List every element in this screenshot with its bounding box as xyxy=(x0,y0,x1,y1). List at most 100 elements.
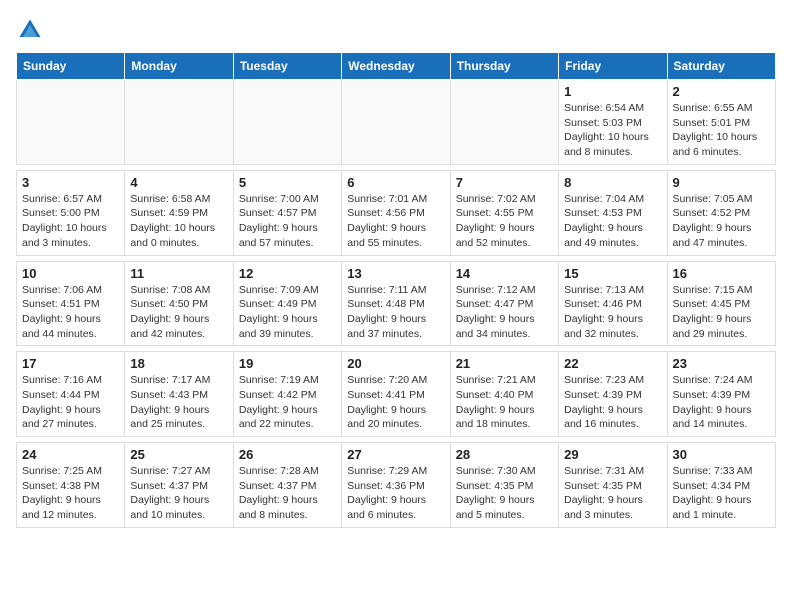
calendar-cell xyxy=(450,80,558,165)
day-number: 24 xyxy=(22,447,119,462)
calendar-cell: 21 Sunrise: 7:21 AM Sunset: 4:40 PM Dayli… xyxy=(450,352,558,437)
calendar-cell: 23 Sunrise: 7:24 AM Sunset: 4:39 PM Dayli… xyxy=(667,352,775,437)
calendar-cell: 15 Sunrise: 7:13 AM Sunset: 4:46 PM Dayli… xyxy=(559,261,667,346)
calendar-week-1: 1Sunrise: 6:54 AM Sunset: 5:03 PM Daylig… xyxy=(17,80,776,165)
column-header-sunday: Sunday xyxy=(17,53,125,80)
calendar-cell: 18 Sunrise: 7:17 AM Sunset: 4:43 PM Dayli… xyxy=(125,352,233,437)
day-number: 25 xyxy=(130,447,227,462)
calendar-cell: 27 Sunrise: 7:29 AM Sunset: 4:36 PM Dayli… xyxy=(342,443,450,528)
calendar-cell: 2 Sunrise: 6:55 AM Sunset: 5:01 PM Daylig… xyxy=(667,80,775,165)
calendar-cell: 14 Sunrise: 7:12 AM Sunset: 4:47 PM Dayli… xyxy=(450,261,558,346)
calendar-cell: 24 Sunrise: 7:25 AM Sunset: 4:38 PM Dayli… xyxy=(17,443,125,528)
day-number: 20 xyxy=(347,356,444,371)
day-info: Sunrise: 7:04 AM Sunset: 4:53 PM Dayligh… xyxy=(564,192,661,251)
page-header xyxy=(16,16,776,44)
calendar-cell: 17 Sunrise: 7:16 AM Sunset: 4:44 PM Dayli… xyxy=(17,352,125,437)
calendar-cell xyxy=(342,80,450,165)
calendar-week-2: 3 Sunrise: 6:57 AM Sunset: 5:00 PM Daylig… xyxy=(17,170,776,255)
day-info: Sunrise: 7:33 AM Sunset: 4:34 PM Dayligh… xyxy=(673,464,770,523)
day-number: 23 xyxy=(673,356,770,371)
calendar-cell xyxy=(125,80,233,165)
calendar-cell xyxy=(233,80,341,165)
day-info: Sunrise: 7:25 AM Sunset: 4:38 PM Dayligh… xyxy=(22,464,119,523)
day-number: 8 xyxy=(564,175,661,190)
day-number: 6 xyxy=(347,175,444,190)
day-info: Sunrise: 7:16 AM Sunset: 4:44 PM Dayligh… xyxy=(22,373,119,432)
calendar-cell: 3 Sunrise: 6:57 AM Sunset: 5:00 PM Daylig… xyxy=(17,170,125,255)
day-number: 29 xyxy=(564,447,661,462)
calendar-cell: 5 Sunrise: 7:00 AM Sunset: 4:57 PM Daylig… xyxy=(233,170,341,255)
day-info: Sunrise: 7:13 AM Sunset: 4:46 PM Dayligh… xyxy=(564,283,661,342)
day-info: Sunrise: 7:01 AM Sunset: 4:56 PM Dayligh… xyxy=(347,192,444,251)
day-info: Sunrise: 7:30 AM Sunset: 4:35 PM Dayligh… xyxy=(456,464,553,523)
day-info: Sunrise: 7:17 AM Sunset: 4:43 PM Dayligh… xyxy=(130,373,227,432)
day-info: Sunrise: 6:58 AM Sunset: 4:59 PM Dayligh… xyxy=(130,192,227,251)
day-info: Sunrise: 7:24 AM Sunset: 4:39 PM Dayligh… xyxy=(673,373,770,432)
day-info: Sunrise: 7:02 AM Sunset: 4:55 PM Dayligh… xyxy=(456,192,553,251)
day-number: 30 xyxy=(673,447,770,462)
day-info: Sunrise: 7:29 AM Sunset: 4:36 PM Dayligh… xyxy=(347,464,444,523)
day-number: 21 xyxy=(456,356,553,371)
day-info: Sunrise: 7:15 AM Sunset: 4:45 PM Dayligh… xyxy=(673,283,770,342)
calendar-cell: 30 Sunrise: 7:33 AM Sunset: 4:34 PM Dayli… xyxy=(667,443,775,528)
day-info: Sunrise: 7:11 AM Sunset: 4:48 PM Dayligh… xyxy=(347,283,444,342)
day-number: 11 xyxy=(130,266,227,281)
day-info: Sunrise: 7:05 AM Sunset: 4:52 PM Dayligh… xyxy=(673,192,770,251)
day-info: Sunrise: 7:23 AM Sunset: 4:39 PM Dayligh… xyxy=(564,373,661,432)
day-number: 15 xyxy=(564,266,661,281)
day-number: 19 xyxy=(239,356,336,371)
calendar-week-5: 24 Sunrise: 7:25 AM Sunset: 4:38 PM Dayli… xyxy=(17,443,776,528)
calendar-week-4: 17 Sunrise: 7:16 AM Sunset: 4:44 PM Dayli… xyxy=(17,352,776,437)
column-header-saturday: Saturday xyxy=(667,53,775,80)
day-info: Sunrise: 7:12 AM Sunset: 4:47 PM Dayligh… xyxy=(456,283,553,342)
column-header-tuesday: Tuesday xyxy=(233,53,341,80)
day-info: Sunrise: 7:19 AM Sunset: 4:42 PM Dayligh… xyxy=(239,373,336,432)
day-info: Sunrise: 7:31 AM Sunset: 4:35 PM Dayligh… xyxy=(564,464,661,523)
calendar-cell: 16 Sunrise: 7:15 AM Sunset: 4:45 PM Dayli… xyxy=(667,261,775,346)
calendar-cell: 7 Sunrise: 7:02 AM Sunset: 4:55 PM Daylig… xyxy=(450,170,558,255)
day-number: 4 xyxy=(130,175,227,190)
day-number: 7 xyxy=(456,175,553,190)
logo-icon xyxy=(16,16,44,44)
calendar-cell: 4 Sunrise: 6:58 AM Sunset: 4:59 PM Daylig… xyxy=(125,170,233,255)
day-number: 18 xyxy=(130,356,227,371)
day-info: Sunrise: 7:27 AM Sunset: 4:37 PM Dayligh… xyxy=(130,464,227,523)
column-header-friday: Friday xyxy=(559,53,667,80)
calendar: SundayMondayTuesdayWednesdayThursdayFrid… xyxy=(16,52,776,528)
calendar-cell: 1Sunrise: 6:54 AM Sunset: 5:03 PM Daylig… xyxy=(559,80,667,165)
calendar-cell: 20 Sunrise: 7:20 AM Sunset: 4:41 PM Dayli… xyxy=(342,352,450,437)
calendar-cell: 9 Sunrise: 7:05 AM Sunset: 4:52 PM Daylig… xyxy=(667,170,775,255)
day-number: 12 xyxy=(239,266,336,281)
calendar-cell: 12Sunrise: 7:09 AM Sunset: 4:49 PM Dayli… xyxy=(233,261,341,346)
calendar-week-3: 10Sunrise: 7:06 AM Sunset: 4:51 PM Dayli… xyxy=(17,261,776,346)
day-number: 2 xyxy=(673,84,770,99)
column-header-thursday: Thursday xyxy=(450,53,558,80)
day-number: 14 xyxy=(456,266,553,281)
day-info: Sunrise: 7:00 AM Sunset: 4:57 PM Dayligh… xyxy=(239,192,336,251)
column-header-monday: Monday xyxy=(125,53,233,80)
day-number: 3 xyxy=(22,175,119,190)
calendar-cell: 22Sunrise: 7:23 AM Sunset: 4:39 PM Dayli… xyxy=(559,352,667,437)
day-number: 13 xyxy=(347,266,444,281)
day-number: 28 xyxy=(456,447,553,462)
day-number: 26 xyxy=(239,447,336,462)
calendar-cell: 10Sunrise: 7:06 AM Sunset: 4:51 PM Dayli… xyxy=(17,261,125,346)
day-number: 9 xyxy=(673,175,770,190)
calendar-cell: 29 Sunrise: 7:31 AM Sunset: 4:35 PM Dayli… xyxy=(559,443,667,528)
day-info: Sunrise: 6:57 AM Sunset: 5:00 PM Dayligh… xyxy=(22,192,119,251)
calendar-cell: 26Sunrise: 7:28 AM Sunset: 4:37 PM Dayli… xyxy=(233,443,341,528)
calendar-cell: 8 Sunrise: 7:04 AM Sunset: 4:53 PM Daylig… xyxy=(559,170,667,255)
calendar-cell: 6 Sunrise: 7:01 AM Sunset: 4:56 PM Daylig… xyxy=(342,170,450,255)
day-info: Sunrise: 6:55 AM Sunset: 5:01 PM Dayligh… xyxy=(673,101,770,160)
day-info: Sunrise: 7:06 AM Sunset: 4:51 PM Dayligh… xyxy=(22,283,119,342)
day-info: Sunrise: 7:21 AM Sunset: 4:40 PM Dayligh… xyxy=(456,373,553,432)
calendar-cell: 25 Sunrise: 7:27 AM Sunset: 4:37 PM Dayli… xyxy=(125,443,233,528)
column-header-wednesday: Wednesday xyxy=(342,53,450,80)
calendar-cell: 28 Sunrise: 7:30 AM Sunset: 4:35 PM Dayli… xyxy=(450,443,558,528)
day-info: Sunrise: 7:20 AM Sunset: 4:41 PM Dayligh… xyxy=(347,373,444,432)
day-number: 27 xyxy=(347,447,444,462)
calendar-cell: 13 Sunrise: 7:11 AM Sunset: 4:48 PM Dayli… xyxy=(342,261,450,346)
day-number: 16 xyxy=(673,266,770,281)
day-number: 5 xyxy=(239,175,336,190)
day-number: 17 xyxy=(22,356,119,371)
